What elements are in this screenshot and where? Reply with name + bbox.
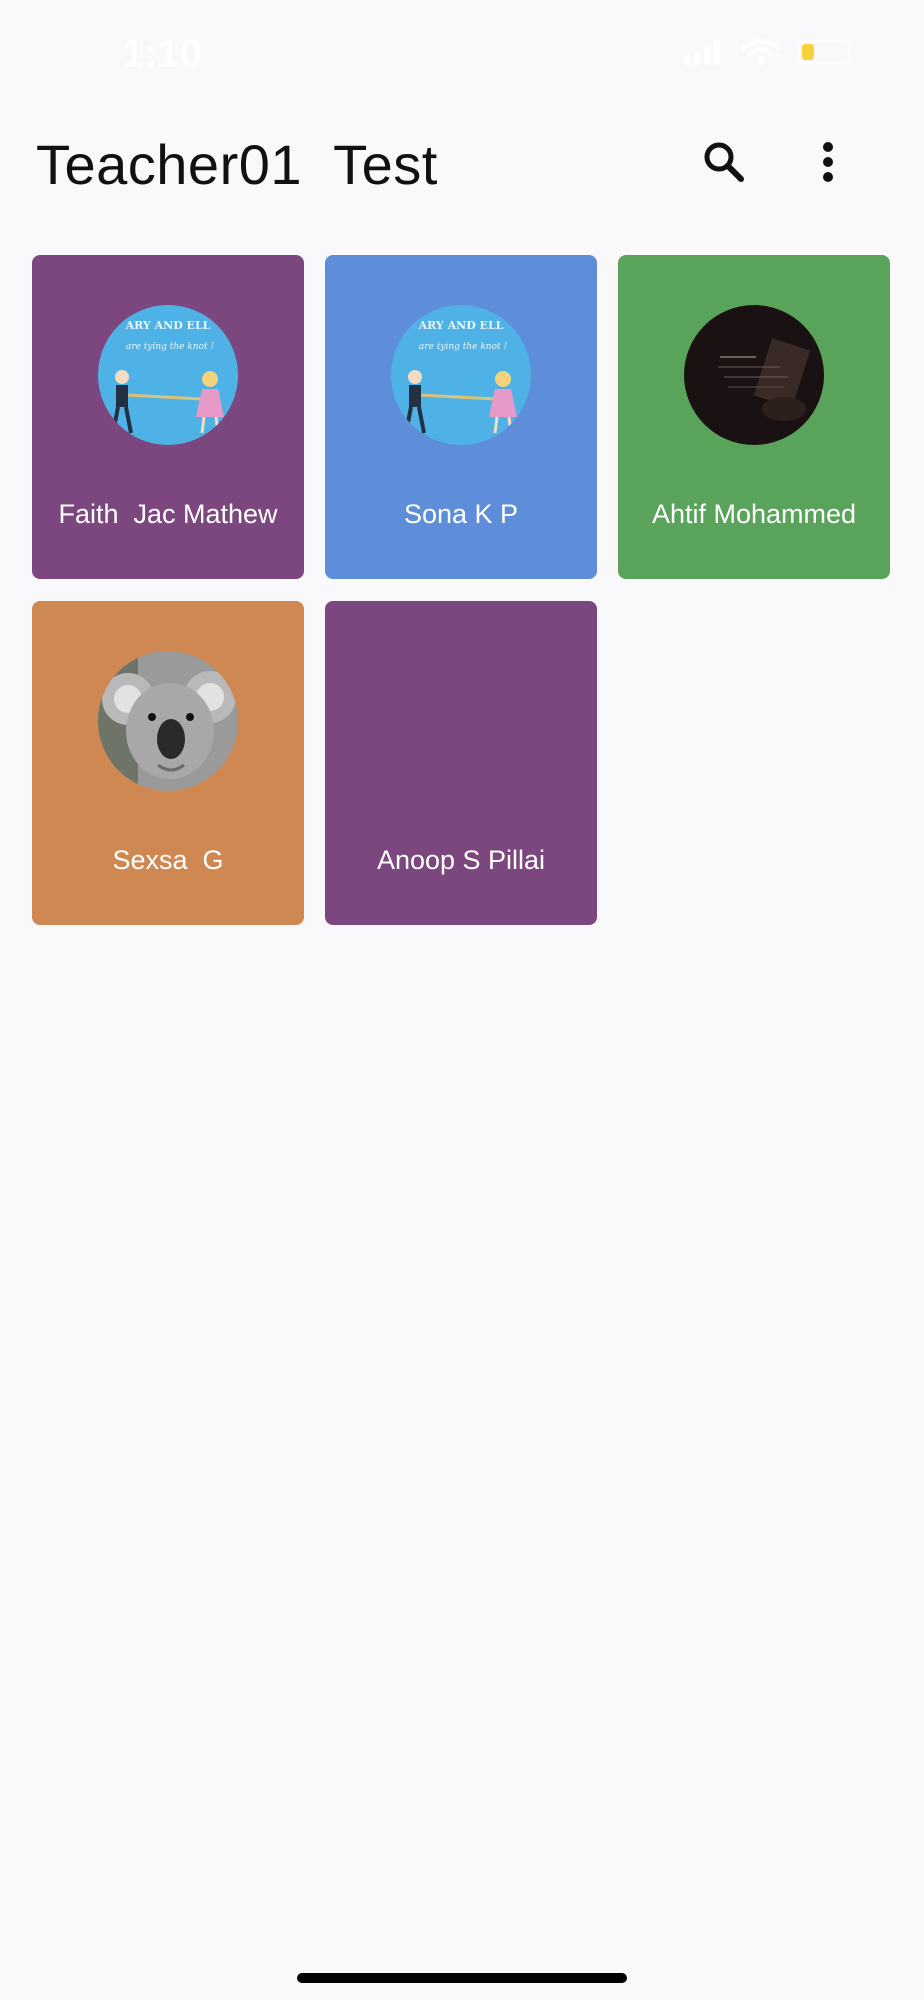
avatar: ARY AND ELL are tying the knot ! — [391, 305, 531, 445]
battery-icon — [798, 40, 850, 64]
more-options-button[interactable] — [796, 130, 860, 194]
cartoon-couple-avatar-icon: ARY AND ELL are tying the knot ! — [391, 305, 531, 445]
svg-text:ARY AND ELL: ARY AND ELL — [418, 319, 504, 332]
student-card[interactable]: ARY AND ELL are tying the knot ! Sona K … — [325, 255, 597, 579]
student-name: Sona K P — [403, 499, 519, 529]
app-header: Teacher01 Test — [0, 110, 924, 220]
student-name: Faith Jac Mathew — [58, 499, 278, 529]
status-icons — [684, 38, 850, 66]
cartoon-couple-avatar-icon: ARY AND ELL are tying the knot ! — [98, 305, 238, 445]
student-name: Anoop S Pillai — [376, 845, 546, 875]
student-card[interactable]: ARY AND ELL are tying the knot ! Faith J… — [32, 255, 304, 579]
svg-text:ARY AND ELL: ARY AND ELL — [125, 319, 211, 332]
student-name: Ahtif Mohammed — [651, 499, 857, 529]
avatar: ARY AND ELL are tying the knot ! — [98, 305, 238, 445]
svg-text:are tying the knot !: are tying the knot ! — [126, 342, 215, 352]
home-indicator[interactable] — [297, 1973, 627, 1983]
more-vertical-icon — [823, 142, 833, 182]
svg-text:are tying the knot !: are tying the knot ! — [419, 342, 508, 352]
wifi-icon — [742, 39, 780, 65]
dark-photo-avatar-icon — [684, 305, 824, 445]
student-name: Sexsa G — [112, 845, 224, 875]
page-title: Teacher01 Test — [36, 133, 438, 196]
student-card[interactable]: Anoop S Pillai — [325, 601, 597, 925]
search-button[interactable] — [692, 130, 756, 194]
signal-icon — [684, 40, 720, 65]
student-card[interactable]: Ahtif Mohammed — [618, 255, 890, 579]
status-bar: 1:10 — [0, 0, 924, 110]
status-time: 1:10 — [122, 32, 203, 76]
avatar — [684, 305, 824, 445]
battery-level — [802, 44, 814, 60]
avatar — [98, 651, 238, 791]
koala-avatar-icon — [98, 651, 238, 791]
student-grid: ARY AND ELL are tying the knot ! Faith J… — [32, 255, 892, 925]
search-icon — [704, 142, 744, 182]
student-card[interactable]: Sexsa G — [32, 601, 304, 925]
